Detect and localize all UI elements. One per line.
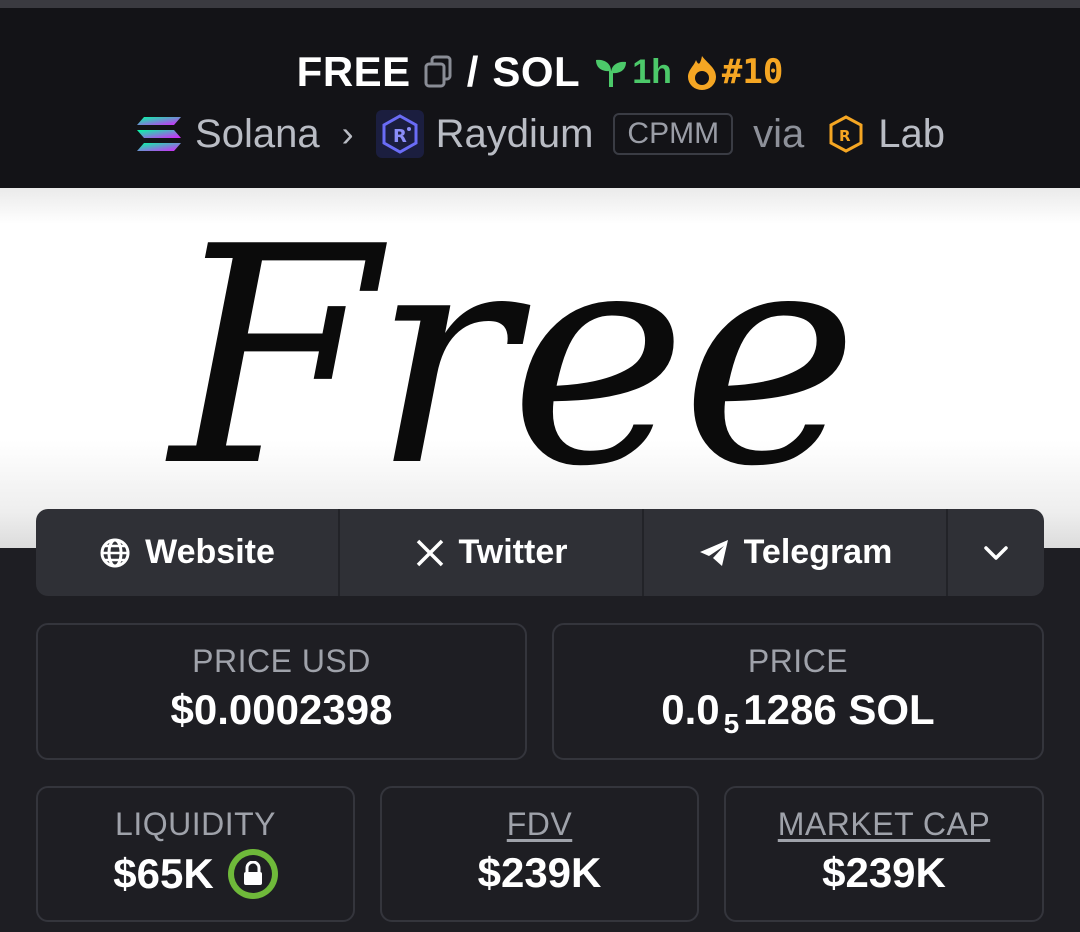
solana-icon: [137, 117, 182, 151]
raydium-icon: R: [375, 110, 424, 158]
telegram-button[interactable]: Telegram: [644, 509, 948, 596]
twitter-label: Twitter: [458, 533, 568, 571]
twitter-button[interactable]: Twitter: [340, 509, 644, 596]
price-native-value: 0.0 5 1286 SOL: [554, 686, 1042, 739]
svg-text:R: R: [393, 126, 407, 147]
sprout-icon: [596, 59, 627, 87]
website-button[interactable]: Website: [36, 509, 340, 596]
launchlab-icon: R: [829, 115, 863, 153]
price-native-suffix: 1286 SOL: [743, 686, 935, 733]
price-native-label: PRICE: [747, 643, 849, 679]
quote-symbol: SOL: [492, 48, 581, 95]
liquidity-value: $65K: [113, 850, 214, 897]
market-cap-label[interactable]: MARKET CAP: [726, 806, 1042, 843]
social-links-bar: Website Twitter Telegram: [36, 509, 1044, 596]
fdv-label[interactable]: FDV: [382, 806, 697, 843]
dex-name[interactable]: Raydium: [436, 112, 594, 157]
price-usd-card: PRICE USD $0.0002398: [36, 623, 527, 760]
token-symbol: FREE: [296, 48, 411, 95]
market-cap-value: $239K: [822, 849, 946, 896]
liquidity-value-row: $65K: [38, 849, 353, 899]
banner-text: Free: [170, 188, 859, 532]
liquidity-card: LIQUIDITY $65K: [36, 786, 355, 922]
flame-icon: [687, 56, 716, 90]
chevron-right-icon: ›: [341, 113, 354, 154]
market-cap-card: MARKET CAP $239K: [724, 786, 1044, 922]
fdv-value: $239K: [477, 849, 602, 896]
pool-type-badge: CPMM: [613, 113, 734, 155]
telegram-icon: [699, 539, 728, 566]
x-logo-icon: [416, 539, 443, 566]
website-label: Website: [145, 533, 275, 571]
pair-separator: /: [466, 48, 479, 95]
pair-title-row: FREE / SOL 1h #10: [0, 44, 1080, 100]
lock-icon: [243, 861, 262, 885]
price-native-card: PRICE 0.0 5 1286 SOL: [552, 623, 1044, 760]
liquidity-label: LIQUIDITY: [115, 806, 276, 842]
copy-icon[interactable]: [423, 55, 453, 89]
telegram-label: Telegram: [743, 533, 893, 571]
price-usd-label: PRICE USD: [192, 643, 371, 679]
more-links-button[interactable]: [948, 509, 1044, 596]
chevron-down-icon: [984, 545, 1008, 560]
svg-text:R: R: [839, 127, 851, 145]
chain-name[interactable]: Solana: [195, 112, 320, 157]
price-native-prefix: 0.0: [661, 686, 720, 733]
pair-age: 1h: [594, 53, 672, 92]
price-usd-value: $0.0002398: [170, 686, 393, 733]
fdv-card: FDV $239K: [380, 786, 699, 922]
token-banner-image: Free: [0, 188, 1080, 548]
liquidity-lock-badge[interactable]: [227, 849, 278, 899]
globe-icon: [100, 538, 130, 567]
trending-rank[interactable]: #10: [686, 52, 783, 92]
price-native-zero-count: 5: [723, 708, 740, 739]
pair-breadcrumb: Solana › R Raydium CPMM via R Lab: [0, 104, 1080, 164]
trending-rank-text: #10: [721, 52, 784, 92]
pair-age-text: 1h: [632, 52, 672, 91]
launchpad-name[interactable]: Lab: [878, 112, 945, 157]
via-label: via: [753, 111, 805, 156]
pair-header: FREE / SOL 1h #10 Solana › R Raydium CPM…: [0, 8, 1080, 188]
top-strip: [0, 0, 1080, 8]
